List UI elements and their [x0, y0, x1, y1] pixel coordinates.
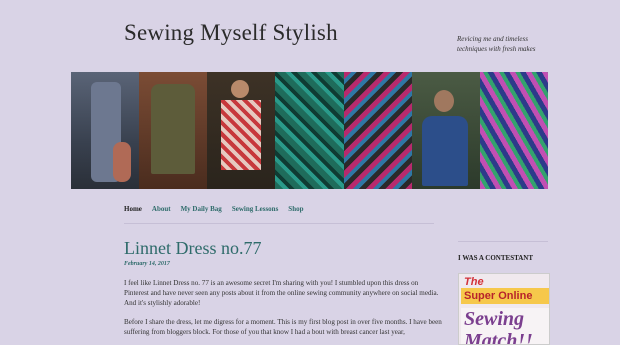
post-body: I feel like Linnet Dress no. 77 is an aw…	[124, 278, 442, 345]
site-title[interactable]: Sewing Myself Stylish	[124, 20, 338, 46]
badge-text-the: The	[464, 276, 484, 288]
header-panel-pink-print	[343, 72, 412, 189]
header-panel-floral-top	[207, 72, 276, 189]
badge-text-super-online: Super Online	[461, 288, 549, 304]
nav-about[interactable]: About	[152, 205, 171, 213]
contest-badge-image[interactable]: The Super Online Sewing Match!!	[458, 273, 550, 345]
header-panel-multicolor-print	[479, 72, 548, 189]
nav-sewing-lessons[interactable]: Sewing Lessons	[232, 205, 278, 213]
nav-my-daily-bag[interactable]: My Daily Bag	[181, 205, 222, 213]
header-panel-blue-sweater	[411, 72, 480, 189]
badge-text-sewing: Sewing Match!!	[461, 308, 549, 344]
header-image	[71, 72, 548, 189]
header-panel-green-print	[275, 72, 344, 189]
nav-shop[interactable]: Shop	[288, 205, 303, 213]
nav-home[interactable]: Home	[124, 205, 142, 213]
post-date[interactable]: February 14, 2017	[124, 261, 170, 267]
post-paragraph: Before I share the dress, let me digress…	[124, 317, 442, 336]
widget-title: I WAS A CONTESTANT	[458, 254, 534, 262]
main-nav: Home About My Daily Bag Sewing Lessons S…	[124, 205, 313, 213]
post-paragraph: I feel like Linnet Dress no. 77 is an aw…	[124, 279, 439, 308]
sidebar-divider	[458, 241, 548, 242]
post-title[interactable]: Linnet Dress no.77	[124, 238, 261, 259]
site-tagline: Revicing me and timeless techniques with…	[457, 35, 536, 53]
header-panel-gray-dress	[71, 72, 140, 189]
content-divider	[124, 223, 434, 224]
header-panel-olive-jacket	[139, 72, 208, 189]
